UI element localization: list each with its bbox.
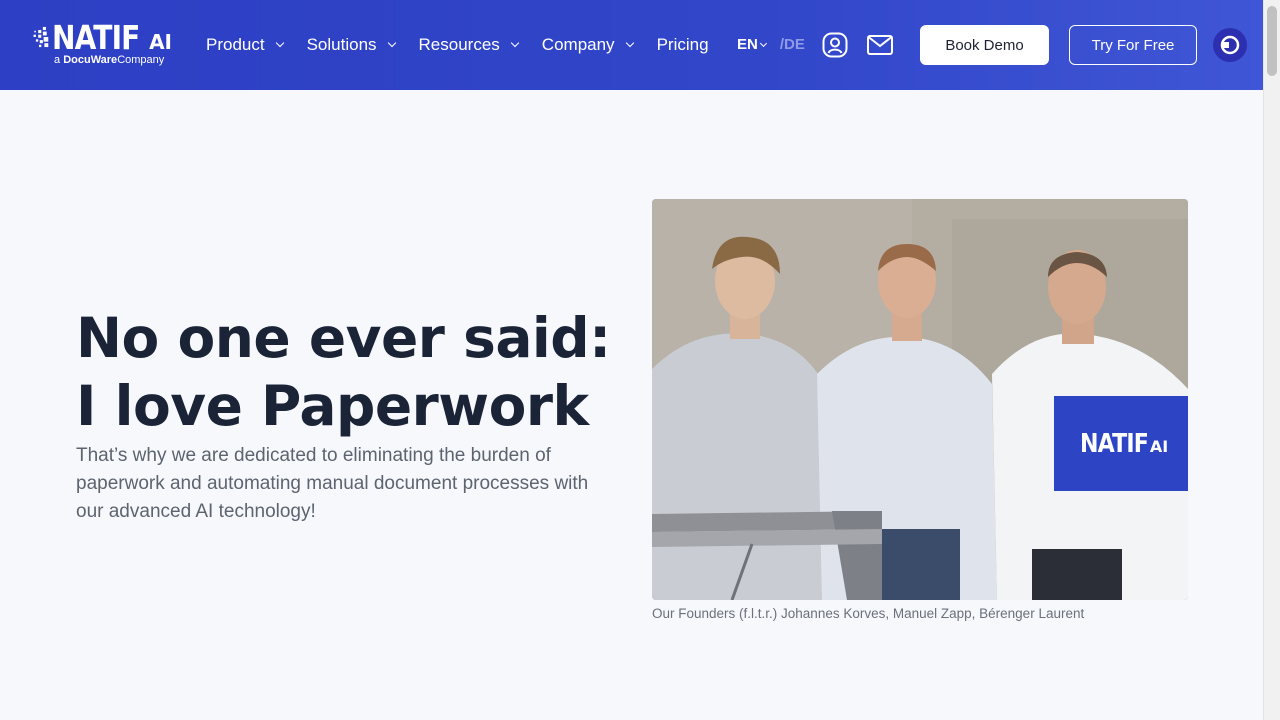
chat-widget-button[interactable] <box>1213 28 1247 62</box>
nav-item-product[interactable]: Product <box>206 30 284 60</box>
chevron-down-icon <box>625 38 634 48</box>
logo-ai: AI <box>149 30 172 54</box>
lang-de[interactable]: DE <box>784 36 805 53</box>
lang-en[interactable]: EN <box>737 36 758 53</box>
chevron-down-icon <box>510 38 520 48</box>
founders-photo: NATIF AI <box>652 199 1188 600</box>
nav-item-company[interactable]: Company <box>542 30 634 60</box>
book-demo-button[interactable]: Book Demo <box>920 25 1049 65</box>
hero-title: No one ever said: I love Paperwork <box>76 306 611 438</box>
language-switcher[interactable]: EN / DE <box>737 36 805 53</box>
nav-item-pricing[interactable]: Pricing <box>657 30 709 60</box>
main-nav: Product Solutions Resources Company Pric… <box>206 30 733 60</box>
user-account-icon[interactable] <box>822 32 848 58</box>
hero-description: That’s why we are dedicated to eliminati… <box>76 445 589 522</box>
scrollbar-thumb[interactable] <box>1267 6 1277 76</box>
photo-caption: Our Founders (f.l.t.r.) Johannes Korves,… <box>652 606 1085 621</box>
chevron-down-icon <box>275 38 284 48</box>
page-scrollbar[interactable] <box>1263 0 1280 720</box>
chevron-down-icon <box>387 38 396 48</box>
photo-natif-logo: NATIF AI <box>1054 396 1188 491</box>
mail-icon[interactable] <box>866 32 894 58</box>
logo-particles-icon <box>33 26 49 48</box>
try-for-free-button[interactable]: Try For Free <box>1069 25 1197 65</box>
nav-item-solutions[interactable]: Solutions <box>307 30 396 60</box>
nav-item-resources[interactable]: Resources <box>419 30 520 60</box>
site-header: NATIF AI a DocuWareCompany Product Solut… <box>0 0 1263 90</box>
logo-wordmark: NATIF <box>52 18 140 57</box>
natif-logo[interactable]: NATIF AI a DocuWareCompany <box>32 20 172 72</box>
chat-widget-icon <box>1220 35 1240 55</box>
chevron-down-icon <box>759 39 767 47</box>
